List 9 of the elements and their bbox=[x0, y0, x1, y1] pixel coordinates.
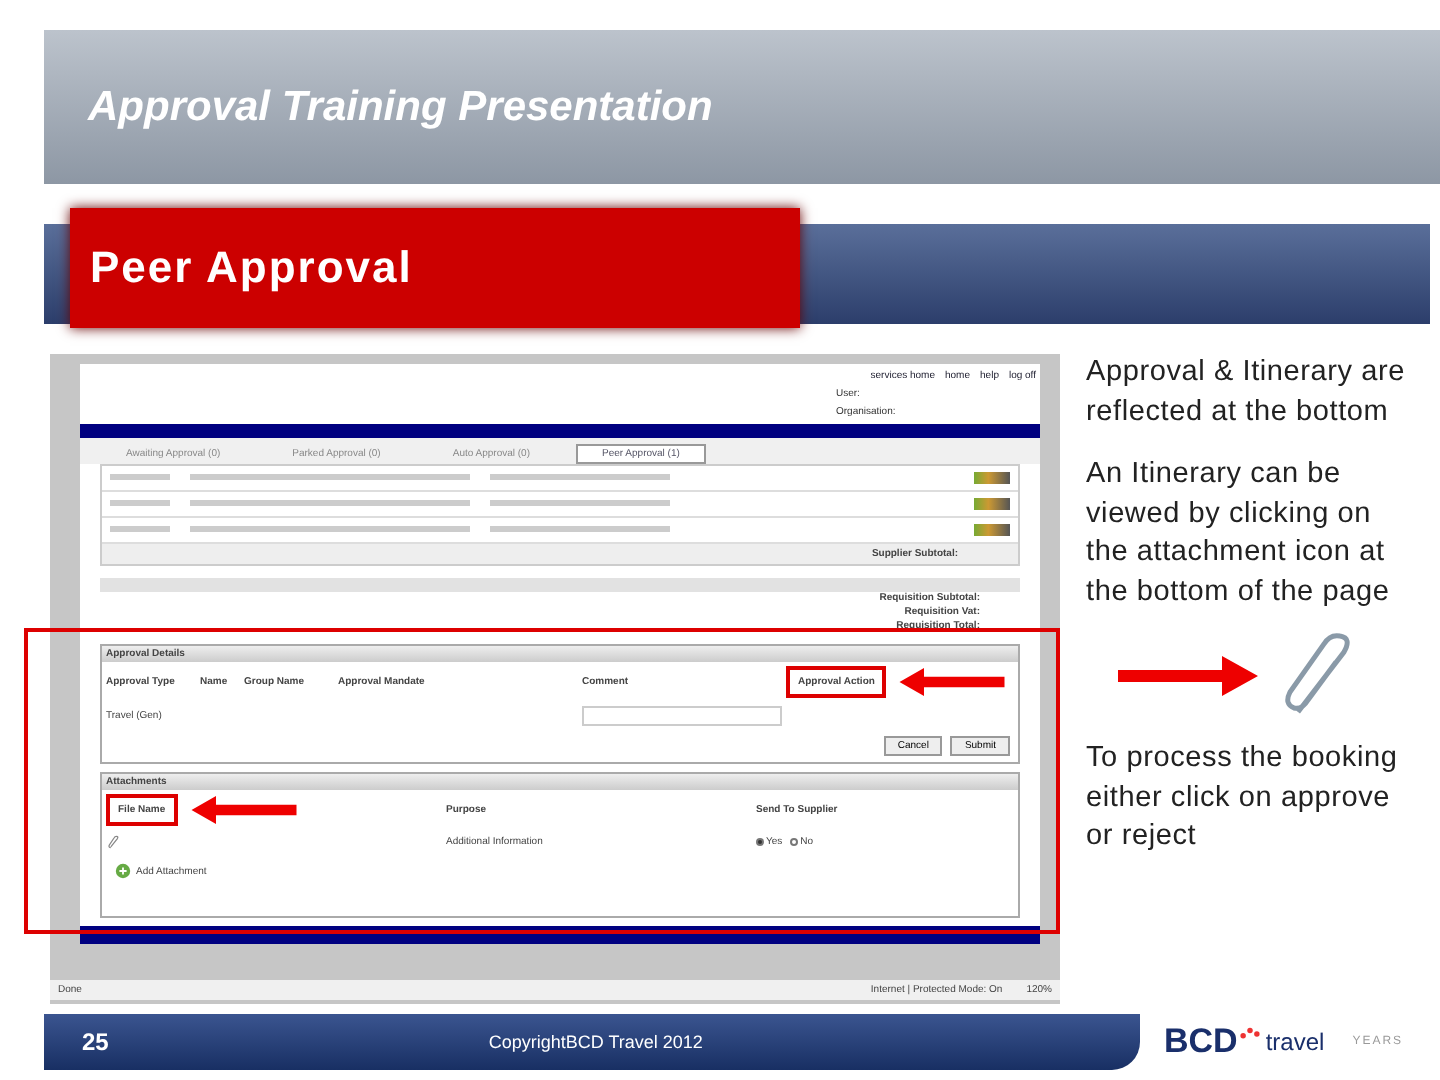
copyright-text: CopyrightBCD Travel 2012 bbox=[488, 1032, 703, 1052]
section-title: Peer Approval bbox=[90, 242, 413, 294]
note-text: An Itinerary can be viewed by clicking on the attachment icon at the bottom of the page bbox=[1086, 456, 1392, 611]
page-number: 25 bbox=[82, 1028, 109, 1056]
note-text: Approval & Itinerary are reflected at the bottom bbox=[1086, 354, 1408, 431]
note-text: To process the booking either click on approve or reject bbox=[1086, 740, 1400, 856]
logo-text: BCD bbox=[1164, 1022, 1238, 1062]
presentation-title: Approval Training Presentation bbox=[88, 83, 713, 131]
logo-text: travel bbox=[1265, 1028, 1325, 1056]
